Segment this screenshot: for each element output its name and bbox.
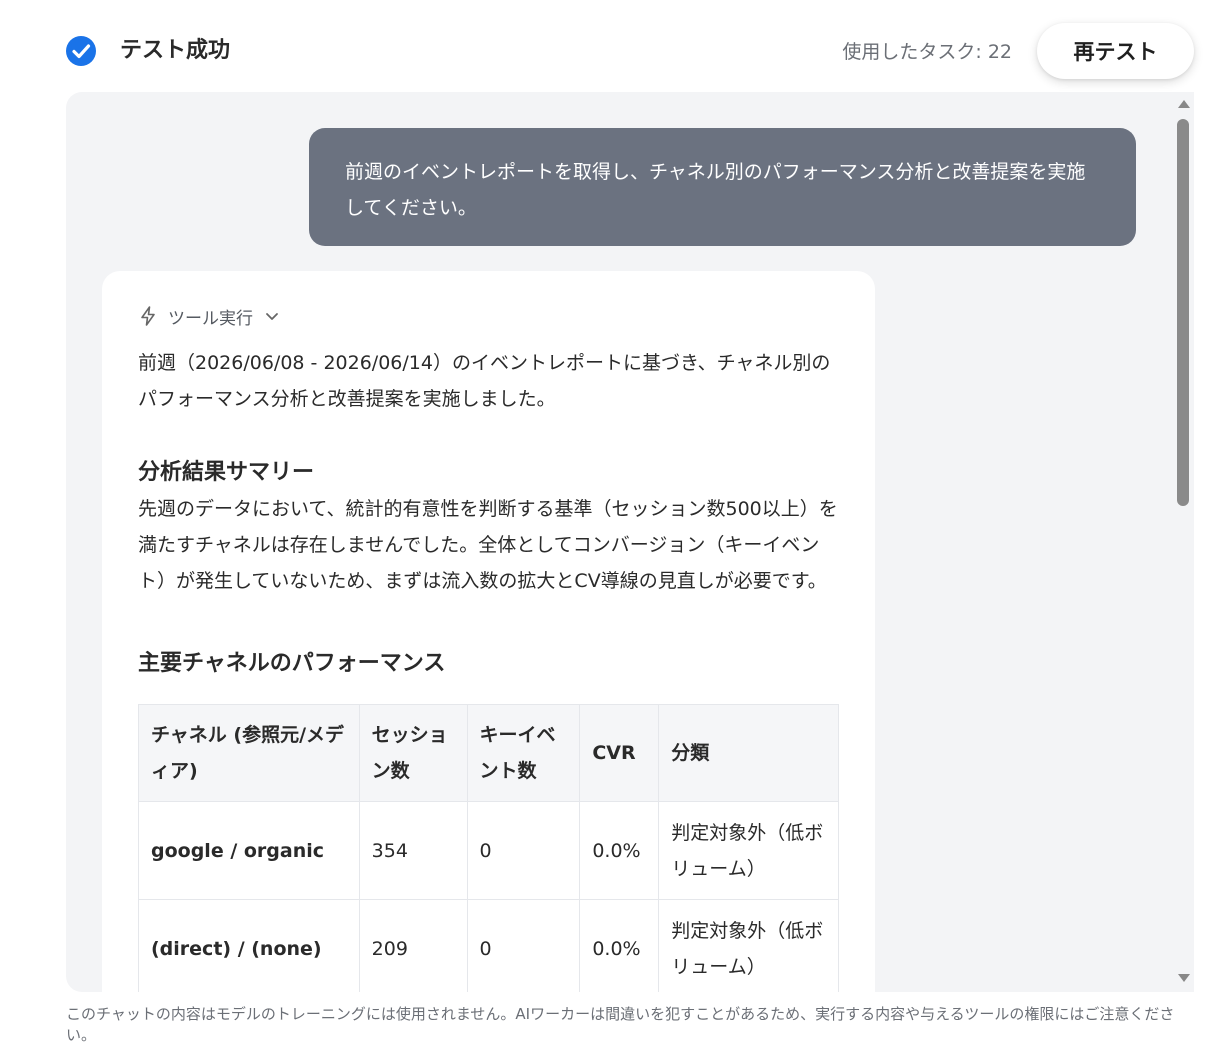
- user-message: 前週のイベントレポートを取得し、チャネル別のパフォーマンス分析と改善提案を実施し…: [309, 128, 1136, 246]
- intro-paragraph: 前週（2026/06/08 - 2026/06/14）のイベントレポートに基づき…: [138, 352, 831, 410]
- cell-channel: (direct) / (none): [138, 899, 360, 992]
- chevron-down-icon: [266, 313, 278, 320]
- channel-heading: 主要チャネルのパフォーマンス: [138, 651, 446, 676]
- scroll-down-arrow-icon[interactable]: [1178, 974, 1190, 982]
- table-header-row: チャネル (参照元/メディア) セッション数 キーイベント数 CVR 分類: [138, 704, 839, 802]
- cell-cvr: 0.0%: [579, 899, 660, 992]
- tool-execution-toggle[interactable]: ツール実行: [138, 303, 281, 329]
- assistant-message: ツール実行 前週（2026/06/08 - 2026/06/14）のイベントレポ…: [102, 271, 875, 992]
- cell-category: 判定対象外（低ボリューム）: [658, 899, 839, 992]
- lightning-icon: [141, 306, 155, 326]
- header-cvr: CVR: [579, 704, 660, 802]
- status-title: テスト成功: [120, 38, 231, 63]
- summary-paragraph: 先週のデータにおいて、統計的有意性を判断する基準（セッション数500以上）を満た…: [138, 498, 838, 592]
- table-row: google / organic 354 0 0.0% 判定対象外（低ボリューム…: [138, 801, 839, 900]
- channel-performance-table: チャネル (参照元/メディア) セッション数 キーイベント数 CVR 分類 go…: [138, 704, 839, 992]
- cell-cvr: 0.0%: [579, 801, 660, 900]
- cell-key-events: 0: [466, 801, 581, 900]
- check-circle-icon: [66, 36, 96, 66]
- cell-channel: google / organic: [138, 801, 360, 900]
- header-category: 分類: [658, 704, 839, 802]
- retest-button[interactable]: 再テスト: [1037, 23, 1194, 79]
- message-body: 前週（2026/06/08 - 2026/06/14）のイベントレポートに基づき…: [138, 345, 840, 992]
- cell-key-events: 0: [466, 899, 581, 992]
- scrollbar-thumb[interactable]: [1177, 119, 1189, 506]
- summary-heading: 分析結果サマリー: [138, 460, 315, 485]
- table-row: (direct) / (none) 209 0 0.0% 判定対象外（低ボリュー…: [138, 899, 839, 992]
- task-count: 使用したタスク: 22: [842, 41, 1012, 63]
- header: テスト成功 使用したタスク: 22 再テスト: [0, 0, 1214, 92]
- tool-execution-label: ツール実行: [168, 308, 253, 329]
- cell-sessions: 209: [358, 899, 468, 992]
- header-channel: チャネル (参照元/メディア): [138, 704, 360, 802]
- scroll-up-arrow-icon[interactable]: [1178, 100, 1190, 108]
- header-sessions: セッション数: [358, 704, 468, 802]
- chat-panel[interactable]: 前週のイベントレポートを取得し、チャネル別のパフォーマンス分析と改善提案を実施し…: [66, 92, 1194, 992]
- cell-sessions: 354: [358, 801, 468, 900]
- disclaimer: このチャットの内容はモデルのトレーニングには使用されません。AIワーカーは間違い…: [66, 1005, 1175, 1044]
- cell-category: 判定対象外（低ボリューム）: [658, 801, 839, 900]
- header-key-events: キーイベント数: [466, 704, 581, 802]
